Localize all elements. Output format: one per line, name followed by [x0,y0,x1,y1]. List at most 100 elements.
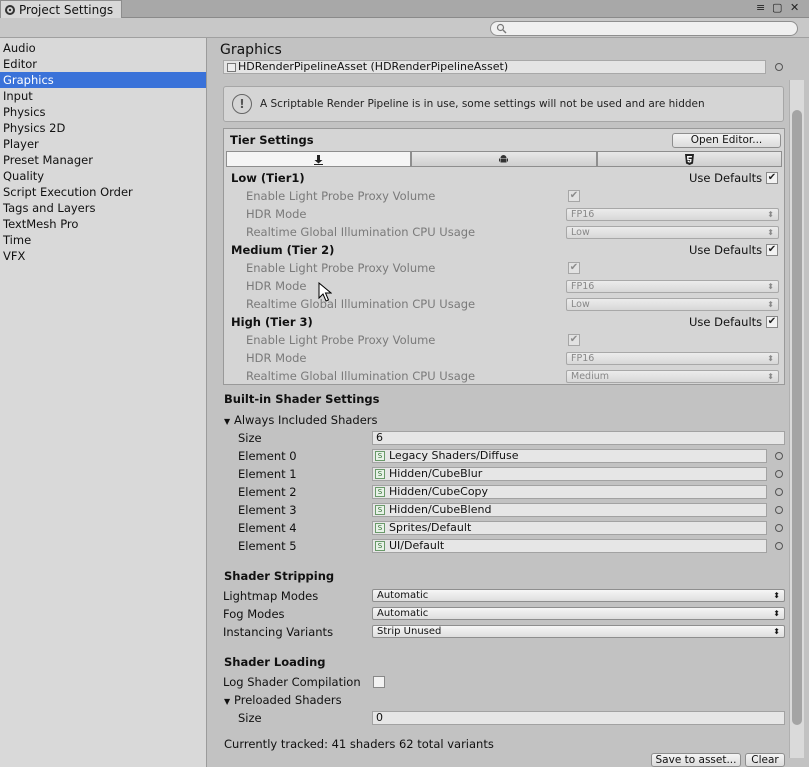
instancing-variants-dropdown[interactable]: Strip Unused ⬍ [372,625,785,638]
element-0-label: Element 0 [238,449,297,463]
tier-high-light-probe-checkbox[interactable]: ✔ [568,334,580,346]
object-picker-icon[interactable] [775,524,783,532]
close-icon[interactable]: ✕ [790,1,799,14]
sidebar-item-quality[interactable]: Quality [0,168,206,184]
tier-high-hdr-label: HDR Mode [246,351,307,365]
element-0-field[interactable]: S Legacy Shaders/Diffuse [372,449,767,463]
info-message: A Scriptable Render Pipeline is in use, … [260,98,705,110]
open-editor-button[interactable]: Open Editor... [672,133,781,148]
tier-high-use-defaults-label: Use Defaults [689,315,763,329]
shader-icon: S [375,505,385,515]
always-included-foldout[interactable]: ▼ Always Included Shaders [224,413,378,427]
window-tab[interactable]: Project Settings [0,0,122,18]
element-2-field[interactable]: S Hidden/CubeCopy [372,485,767,499]
tab-standalone[interactable] [226,151,412,167]
tier-medium-light-probe-checkbox[interactable]: ✔ [568,262,580,274]
sidebar-item-input[interactable]: Input [0,88,206,104]
tab-html5[interactable] [596,151,782,167]
element-4-field[interactable]: S Sprites/Default [372,521,767,535]
element-3-label: Element 3 [238,503,297,517]
tier-medium-gi-dropdown[interactable]: Low ⬍ [566,298,779,311]
lightmap-modes-label: Lightmap Modes [223,589,319,603]
log-shader-compilation-checkbox[interactable] [373,676,385,688]
always-included-size-field[interactable]: 6 [372,431,785,445]
info-icon: ! [232,94,252,114]
pipeline-asset-field[interactable]: HDRenderPipelineAsset (HDRenderPipelineA… [223,60,766,74]
settings-panel: Graphics HDRenderPipelineAsset (HDRender… [208,38,809,767]
clear-button[interactable]: Clear [745,753,785,767]
tier-low-use-defaults-label: Use Defaults [689,171,763,185]
tier-settings-header: Tier Settings [230,133,314,147]
sidebar-item-physics-2d[interactable]: Physics 2D [0,120,206,136]
tier-settings-panel: Tier Settings Open Editor... Low (Tier1)… [223,128,785,385]
tier-medium-hdr-label: HDR Mode [246,279,307,293]
sidebar-item-player[interactable]: Player [0,136,206,152]
preloaded-size-field[interactable]: 0 [372,711,785,725]
sidebar-item-vfx[interactable]: VFX [0,248,206,264]
tier-high-gi-label: Realtime Global Illumination CPU Usage [246,369,476,383]
shader-icon: S [375,451,385,461]
window-title: Project Settings [19,2,114,17]
sidebar-item-tags-and-layers[interactable]: Tags and Layers [0,200,206,216]
object-picker-icon[interactable] [775,452,783,460]
tier-low-light-probe-checkbox[interactable]: ✔ [568,190,580,202]
android-icon [499,154,509,162]
shader-stripping-header: Shader Stripping [224,569,335,583]
object-picker-icon[interactable] [775,63,783,71]
mouse-cursor-icon [318,282,332,302]
tab-android[interactable] [411,151,597,167]
fog-modes-dropdown[interactable]: Automatic ⬍ [372,607,785,620]
standalone-icon [314,154,324,165]
tier-low-gi-dropdown[interactable]: Low ⬍ [566,226,779,239]
tier-medium-hdr-dropdown[interactable]: FP16 ⬍ [566,280,779,293]
object-picker-icon[interactable] [775,488,783,496]
save-to-asset-button[interactable]: Save to asset... [651,753,741,767]
menu-icon[interactable]: ≡ [756,1,765,14]
tier-high-hdr-dropdown[interactable]: FP16 ⬍ [566,352,779,365]
sidebar-item-physics[interactable]: Physics [0,104,206,120]
tier-low-use-defaults-checkbox[interactable]: ✔ [766,172,778,184]
gear-icon [5,4,15,15]
preloaded-size-label: Size [238,711,262,725]
element-2-label: Element 2 [238,485,297,499]
element-3-field[interactable]: S Hidden/CubeBlend [372,503,767,517]
object-picker-icon[interactable] [775,470,783,478]
page-title: Graphics [220,42,282,58]
object-picker-icon[interactable] [775,506,783,514]
html5-icon [684,153,694,165]
preloaded-shaders-foldout[interactable]: ▼ Preloaded Shaders [224,693,342,707]
maximize-icon[interactable]: ▢ [772,1,782,14]
tier-high-gi-dropdown[interactable]: Medium ⬍ [566,370,779,383]
sidebar-item-script-execution-order[interactable]: Script Execution Order [0,184,206,200]
element-5-field[interactable]: S UI/Default [372,539,767,553]
object-picker-icon[interactable] [775,542,783,550]
sidebar-item-graphics[interactable]: Graphics [0,72,206,88]
sidebar: Audio Editor Graphics Input Physics Phys… [0,38,207,767]
sidebar-item-time[interactable]: Time [0,232,206,248]
fog-modes-label: Fog Modes [223,607,285,621]
search-bar [0,18,809,38]
search-input[interactable] [490,21,798,36]
search-icon [496,23,507,34]
element-1-label: Element 1 [238,467,297,481]
tier-medium-gi-label: Realtime Global Illumination CPU Usage [246,297,476,311]
scrollbar-thumb[interactable] [792,110,802,725]
tier-medium-light-probe-label: Enable Light Probe Proxy Volume [246,261,436,275]
sidebar-item-editor[interactable]: Editor [0,56,206,72]
tier-high-use-defaults-checkbox[interactable]: ✔ [766,316,778,328]
tier-medium-use-defaults-checkbox[interactable]: ✔ [766,244,778,256]
tier-medium-header: Medium (Tier 2) [231,243,335,257]
tier-low-hdr-dropdown[interactable]: FP16 ⬍ [566,208,779,221]
tier-low-header: Low (Tier1) [231,171,305,185]
lightmap-modes-dropdown[interactable]: Automatic ⬍ [372,589,785,602]
vertical-scrollbar[interactable] [789,80,804,758]
sidebar-item-preset-manager[interactable]: Preset Manager [0,152,206,168]
foldout-open-icon: ▼ [224,697,231,706]
instancing-variants-label: Instancing Variants [223,625,334,639]
element-1-field[interactable]: S Hidden/CubeBlur [372,467,767,481]
sidebar-item-textmesh-pro[interactable]: TextMesh Pro [0,216,206,232]
shader-icon: S [375,469,385,479]
tier-high-light-probe-label: Enable Light Probe Proxy Volume [246,333,436,347]
sidebar-item-audio[interactable]: Audio [0,40,206,56]
shader-loading-header: Shader Loading [224,655,326,669]
